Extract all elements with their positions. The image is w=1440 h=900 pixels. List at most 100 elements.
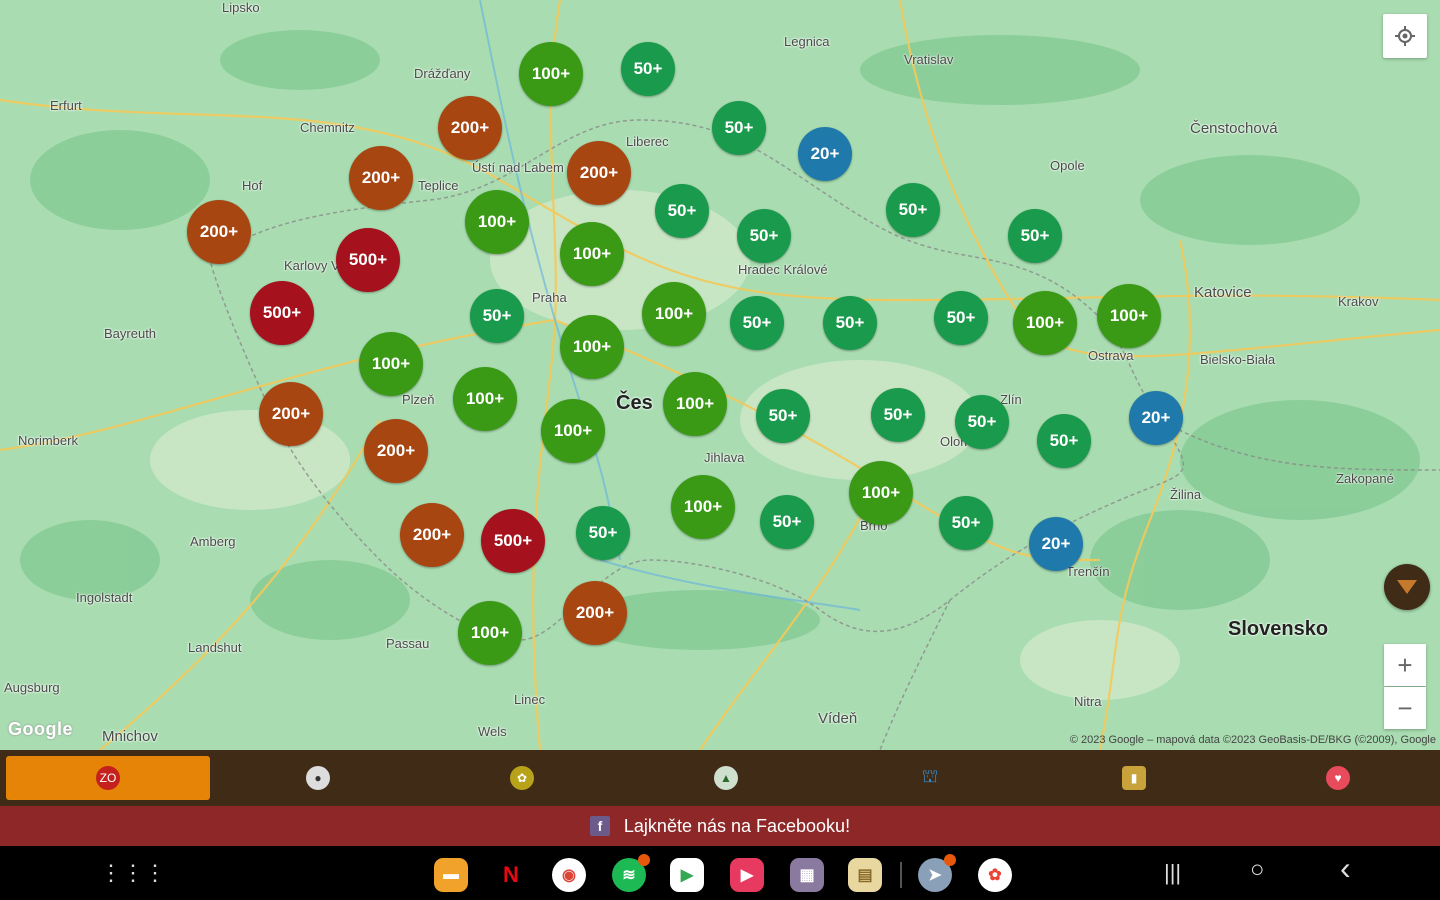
marker-cluster[interactable]: 200+ [567,141,631,205]
marker-cluster[interactable]: 20+ [798,127,852,181]
bottom-tab-bar: ZO ● ✿ ▲ ⛫ ▮ ♥ [0,750,1440,806]
place-label: Legnica [784,34,830,49]
marker-cluster[interactable]: 200+ [187,200,251,264]
spotify-icon[interactable]: ≋ [612,854,650,892]
marker-cluster[interactable]: 50+ [655,184,709,238]
marker-cluster[interactable]: 200+ [349,146,413,210]
place-label: Passau [386,636,430,651]
place-label: Mnichov [102,728,158,745]
home-button[interactable]: ○ [1250,856,1265,884]
marker-cluster[interactable]: 50+ [939,496,993,550]
app-folder-icon[interactable]: ▤ [848,858,882,892]
marker-cluster[interactable]: 50+ [760,495,814,549]
tab-trees[interactable]: ▲ [624,750,828,806]
marker-cluster[interactable]: 200+ [438,96,502,160]
place-label: Plzeň [402,392,435,407]
place-label: Jihlava [704,450,745,465]
marker-cluster[interactable]: 50+ [730,296,784,350]
youtube-icon[interactable]: ▶ [730,858,764,892]
tab-flowers[interactable]: ✿ [420,750,624,806]
zo-icon: ZO [96,766,120,790]
marker-cluster[interactable]: 200+ [563,581,627,645]
marker-cluster[interactable]: 20+ [1029,517,1083,571]
marker-cluster[interactable]: 100+ [560,315,624,379]
marker-cluster[interactable]: 50+ [712,101,766,155]
marker-cluster[interactable]: 50+ [737,209,791,263]
marker-cluster[interactable]: 100+ [465,190,529,254]
map-view[interactable]: Lipsko Drážďany Erfurt Chemnitz Plzeň Ka… [0,0,1440,750]
marker-cluster[interactable]: 200+ [259,382,323,446]
marker-cluster[interactable]: 50+ [576,506,630,560]
files-icon[interactable]: ▬ [434,858,468,892]
place-label: Bielsko-Biała [1200,352,1276,367]
crosshair-icon [1395,26,1415,46]
marker-cluster[interactable]: 50+ [1037,414,1091,468]
place-label: Amberg [190,534,236,549]
facebook-banner-text: Lajkněte nás na Facebooku! [623,815,851,836]
back-button[interactable]: ‹ [1340,850,1351,887]
marker-cluster[interactable]: 50+ [1008,209,1062,263]
marker-cluster[interactable]: 500+ [250,281,314,345]
marker-cluster[interactable]: 100+ [560,222,624,286]
filter-button[interactable] [1384,564,1430,610]
place-label: Hof [242,178,263,193]
place-label: Ingolstadt [76,590,133,605]
place-label: Vídeň [818,710,858,727]
marker-cluster[interactable]: 20+ [1129,391,1183,445]
tab-mushrooms[interactable]: ● [216,750,420,806]
google-logo: Google [8,719,73,739]
marker-cluster[interactable]: 50+ [955,395,1009,449]
place-label-country: Slovensko [1228,618,1329,640]
marker-cluster[interactable]: 100+ [642,282,706,346]
marker-cluster[interactable]: 100+ [519,42,583,106]
marker-cluster[interactable]: 200+ [400,503,464,567]
dock-divider [900,862,902,888]
play-store-icon[interactable]: ▶ [670,858,704,892]
marker-cluster[interactable]: 50+ [470,289,524,343]
facebook-icon: f [589,816,610,836]
marker-cluster[interactable]: 50+ [886,183,940,237]
marker-cluster[interactable]: 100+ [1097,284,1161,348]
qr-icon[interactable]: ▦ [790,858,824,892]
my-location-button[interactable] [1383,14,1427,58]
marker-cluster[interactable]: 500+ [481,509,545,573]
heart-icon: ♥ [1326,766,1350,790]
zoom-out-button[interactable]: − [1384,687,1426,729]
zoom-in-button[interactable]: + [1384,644,1426,686]
marker-cluster[interactable]: 100+ [453,367,517,431]
tab-zo[interactable]: ZO [6,756,210,800]
marker-cluster[interactable]: 100+ [663,372,727,436]
marker-cluster[interactable]: 100+ [458,601,522,665]
castle-icon: ⛫ [921,766,939,786]
tab-castles[interactable]: ⛫ [828,750,1032,806]
map-attribution[interactable]: © 2023 Google – mapová data ©2023 GeoBas… [1070,734,1436,746]
tab-guide[interactable]: ▮ [1032,750,1236,806]
telegram-icon[interactable]: ➤ [918,854,956,892]
facebook-banner[interactable]: f Lajkněte nás na Facebooku! [0,806,1440,846]
google-photos-icon[interactable]: ✿ [978,858,1012,892]
funnel-icon [1397,580,1417,594]
marker-cluster[interactable]: 50+ [934,291,988,345]
place-label: Wels [478,724,507,739]
marker-cluster[interactable]: 50+ [621,42,675,96]
marker-cluster[interactable]: 200+ [364,419,428,483]
place-label: Praha [532,290,567,305]
tab-favorites[interactable]: ♥ [1236,750,1440,806]
marker-cluster[interactable]: 50+ [823,296,877,350]
marker-cluster[interactable]: 50+ [756,389,810,443]
chrome-icon[interactable]: ◉ [552,858,586,892]
marker-cluster[interactable]: 50+ [871,388,925,442]
place-label: Žilina [1170,487,1202,502]
place-label: Linec [514,692,546,707]
apps-grid-button[interactable]: ⋮⋮⋮ [100,860,166,886]
marker-cluster[interactable]: 100+ [671,475,735,539]
marker-cluster[interactable]: 500+ [336,228,400,292]
marker-cluster[interactable]: 100+ [541,399,605,463]
netflix-icon[interactable]: N [494,858,528,892]
marker-cluster[interactable]: 100+ [359,332,423,396]
mushroom-icon: ● [306,766,330,790]
recents-button[interactable]: ||| [1164,860,1181,886]
marker-cluster[interactable]: 100+ [849,461,913,525]
marker-cluster[interactable]: 100+ [1013,291,1077,355]
place-label: Augsburg [4,680,60,695]
